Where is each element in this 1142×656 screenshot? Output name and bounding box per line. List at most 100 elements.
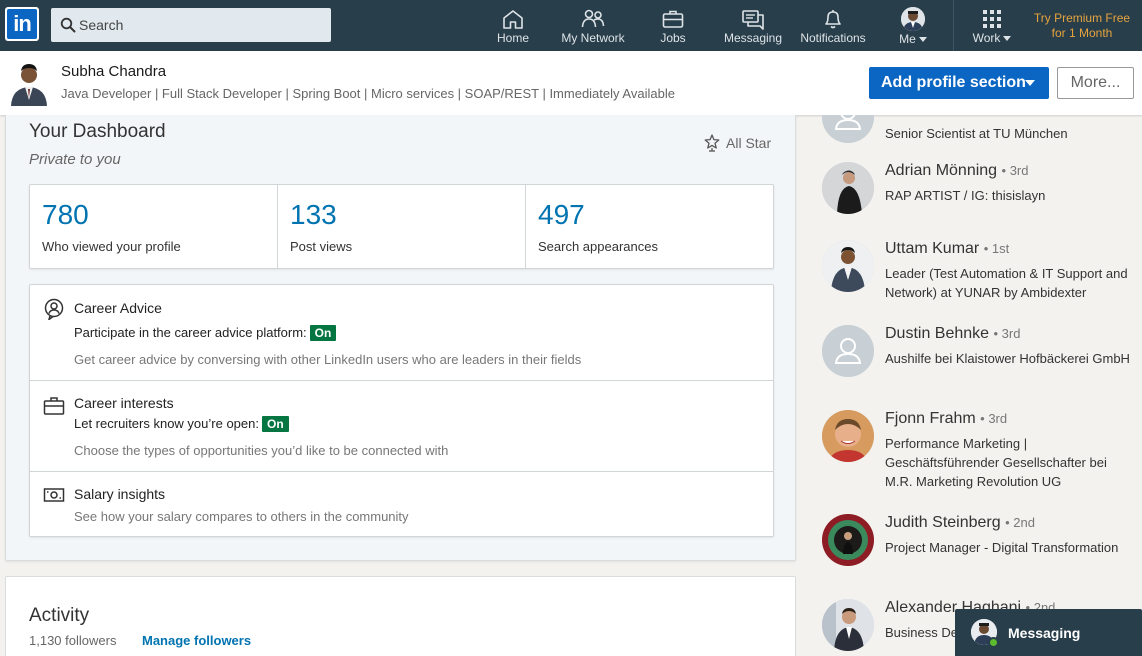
person-title: Project Manager - Digital Transformation xyxy=(885,540,1119,555)
activity-title: Activity xyxy=(29,605,90,626)
grid-icon xyxy=(983,10,1001,28)
network-icon xyxy=(581,9,605,28)
career-advice-item[interactable]: Career Advice Participate in the career … xyxy=(30,285,773,381)
person-name-text: Judith Steinberg xyxy=(885,514,1001,531)
chevron-down-icon xyxy=(918,37,927,43)
connection-degree: • 3rd xyxy=(980,411,1008,426)
briefcase-icon xyxy=(662,10,684,28)
home-icon xyxy=(503,10,523,29)
profile-headline: Java Developer | Full Stack Developer | … xyxy=(61,86,675,101)
person-avatar xyxy=(822,599,874,651)
career-interests-line-text: Let recruiters know you’re open: xyxy=(74,416,259,431)
add-profile-section-label: Add profile section xyxy=(881,74,1026,91)
chevron-down-icon xyxy=(1003,36,1012,42)
nav-work[interactable]: Work xyxy=(966,0,1018,51)
premium-line-1: Try Premium Free xyxy=(1033,11,1131,25)
nav-jobs-label: Jobs xyxy=(660,31,686,45)
briefcase-icon xyxy=(43,397,65,415)
search-input[interactable] xyxy=(79,8,324,42)
stat-post-views[interactable]: 133 Post views xyxy=(278,185,526,268)
dashboard-insights: Career Advice Participate in the career … xyxy=(29,284,774,537)
on-badge: On xyxy=(309,325,337,341)
money-icon xyxy=(43,488,65,502)
person-name-text: Dustin Behnke xyxy=(885,325,990,342)
salary-insights-item[interactable]: Salary insights See how your salary comp… xyxy=(30,472,773,536)
search-bar[interactable] xyxy=(51,8,331,42)
person-name-text: Adrian Mönning xyxy=(885,162,998,179)
person-title: Performance Marketing | Geschäftsführend… xyxy=(885,436,1107,489)
all-star-indicator[interactable]: All Star xyxy=(704,134,771,152)
more-button[interactable]: More... xyxy=(1057,67,1134,99)
career-interests-item[interactable]: Career interests Let recruiters know you… xyxy=(30,381,773,472)
stat-value: 780 xyxy=(42,199,89,230)
dashboard-card: Your Dashboard Private to you All Star 7… xyxy=(5,115,796,561)
connection-degree: • 2nd xyxy=(1005,515,1035,530)
person-title: RAP ARTIST / IG: thisislayn xyxy=(885,188,1046,203)
nav-work-label: Work xyxy=(966,31,1018,45)
nav-me-label: Me xyxy=(888,32,938,46)
stat-label: Search appearances xyxy=(538,239,658,254)
stat-search-appearances[interactable]: 497 Search appearances xyxy=(526,185,773,268)
person-avatar xyxy=(822,410,874,462)
me-avatar xyxy=(901,7,925,31)
person-avatar xyxy=(822,115,874,143)
premium-line-2: for 1 Month xyxy=(1051,26,1113,40)
person-photo xyxy=(822,162,874,214)
messaging-tab-label: Messaging xyxy=(1008,625,1081,641)
nav-my-network-label: My Network xyxy=(561,31,625,45)
profile-name: Subha Chandra xyxy=(61,63,167,80)
person-photo xyxy=(822,410,874,462)
me-avatar-image xyxy=(901,7,925,31)
career-interests-title: Career interests xyxy=(74,395,174,411)
nav-divider xyxy=(953,0,954,51)
nav-home[interactable]: Home xyxy=(490,0,536,51)
nav-jobs[interactable]: Jobs xyxy=(652,0,694,51)
profile-avatar[interactable] xyxy=(8,60,50,106)
career-advice-description: Get career advice by conversing with oth… xyxy=(74,352,582,367)
nav-work-text: Work xyxy=(972,31,1001,45)
person-photo xyxy=(822,240,874,292)
person-name: Dustin Behnke • 3rd xyxy=(885,325,1020,343)
on-badge: On xyxy=(261,416,289,432)
profile-sticky-bar: Subha Chandra Java Developer | Full Stac… xyxy=(0,51,1142,115)
career-advice-line: Participate in the career advice platfor… xyxy=(74,325,337,341)
person-photo xyxy=(822,599,874,651)
dashboard-subtitle: Private to you xyxy=(29,151,121,168)
person-title: Leader (Test Automation & IT Support and… xyxy=(885,266,1128,300)
stat-profile-views[interactable]: 780 Who viewed your profile xyxy=(30,185,278,268)
dashboard-stats: 780 Who viewed your profile 133 Post vie… xyxy=(29,184,774,269)
person-title: Senior Scientist at TU München xyxy=(885,126,1068,141)
salary-insights-description: See how your salary compares to others i… xyxy=(74,509,409,524)
messaging-overlay-tab[interactable]: Messaging xyxy=(955,609,1142,656)
connection-degree: • 1st xyxy=(983,241,1010,256)
person-placeholder-icon xyxy=(822,115,874,143)
followers-count: 1,130 followers xyxy=(29,633,117,648)
nav-my-network[interactable]: My Network xyxy=(556,0,630,51)
nav-me[interactable]: Me xyxy=(888,0,938,51)
person-name-text: Fjonn Frahm xyxy=(885,410,976,427)
stat-label: Post views xyxy=(290,239,353,254)
stat-label: Who viewed your profile xyxy=(42,239,181,254)
person-avatar xyxy=(822,240,874,292)
search-icon xyxy=(60,17,76,33)
career-interests-description: Choose the types of opportunities you’d … xyxy=(74,443,449,458)
people-also-viewed: Senior Scientist at TU München Adrian Mö… xyxy=(808,115,1142,656)
person-title: Aushilfe bei Klaistower Hofbäckerei GmbH xyxy=(885,351,1130,366)
dashboard-title: Your Dashboard xyxy=(29,121,166,142)
bell-icon xyxy=(825,10,841,29)
person-name-text: Uttam Kumar xyxy=(885,240,980,257)
linkedin-logo[interactable]: in xyxy=(5,7,39,41)
star-icon xyxy=(704,134,720,152)
career-advice-title: Career Advice xyxy=(74,300,162,316)
stat-value: 497 xyxy=(538,199,585,230)
person-name: Adrian Mönning • 3rd xyxy=(885,162,1028,180)
add-profile-section-button[interactable]: Add profile section xyxy=(869,67,1049,99)
nav-notifications[interactable]: Notifications xyxy=(796,0,870,51)
nav-notifications-label: Notifications xyxy=(800,31,866,45)
chevron-down-icon xyxy=(1025,80,1035,86)
nav-messaging[interactable]: Messaging xyxy=(720,0,786,51)
premium-link[interactable]: Try Premium Free for 1 Month xyxy=(1030,11,1134,41)
career-advice-line-text: Participate in the career advice platfor… xyxy=(74,325,307,340)
person-avatar xyxy=(822,325,874,377)
manage-followers-link[interactable]: Manage followers xyxy=(142,633,251,648)
